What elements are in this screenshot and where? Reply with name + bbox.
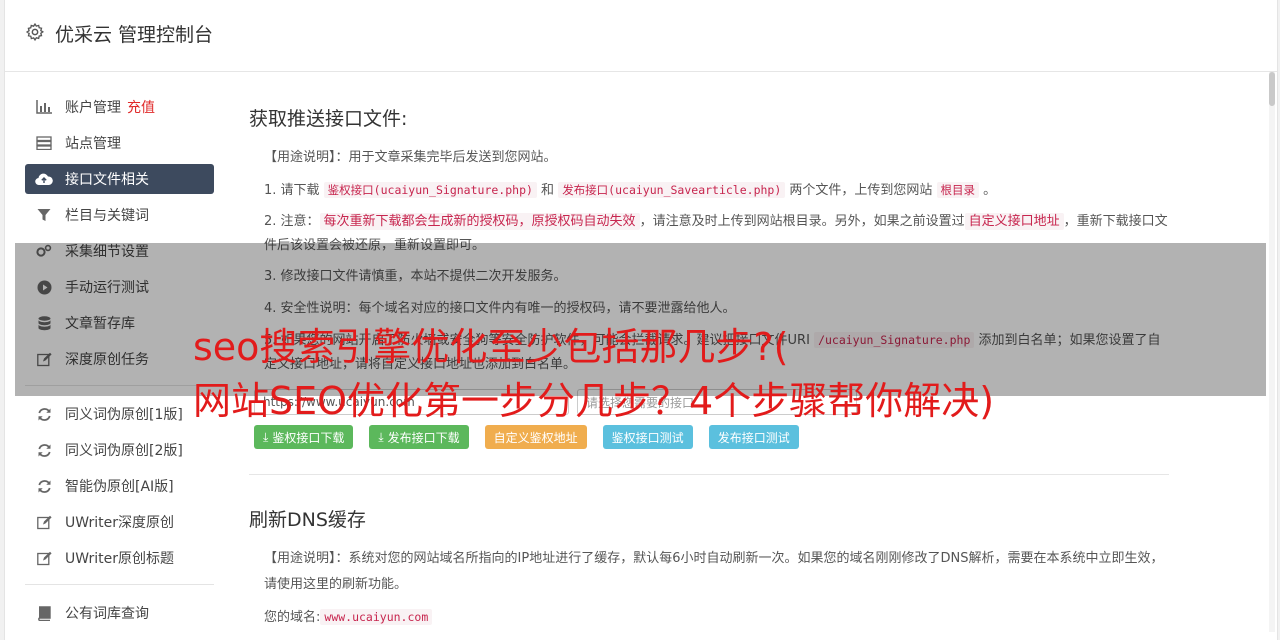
refresh-icon	[35, 405, 53, 423]
refresh-icon	[35, 477, 53, 495]
edit-icon	[35, 513, 53, 531]
section-title: 刷新DNS缓存	[249, 509, 366, 531]
refresh-icon	[35, 441, 53, 459]
sidebar-divider	[25, 584, 214, 585]
sidebar-item-label: 账户管理	[65, 100, 121, 116]
action-buttons: ⤓ 鉴权接口下载 ⤓ 发布接口下载 自定义鉴权地址 鉴权接口测试 发布接口测试	[254, 425, 1169, 449]
sidebar-item-uwriter-deep[interactable]: UWriter深度原创	[25, 507, 214, 537]
signature-file-code: 鉴权接口(ucaiyun_Signature.php)	[323, 182, 537, 198]
bar-chart-icon	[35, 98, 53, 116]
section-divider	[249, 474, 1169, 475]
sidebar-item-label: UWriter原创标题	[65, 551, 174, 567]
header: 优采云 管理控制台	[5, 0, 1277, 72]
signature-test-button[interactable]: 鉴权接口测试	[602, 425, 693, 449]
sidebar-item-account[interactable]: 账户管理 充值	[25, 92, 214, 122]
publish-download-button[interactable]: ⤓ 发布接口下载	[369, 425, 469, 449]
edit-icon	[35, 549, 53, 567]
domain-row: 您的域名: www.ucaiyun.com	[264, 604, 1169, 631]
download-icon: ⤓	[378, 429, 384, 444]
section-title: 获取推送接口文件:	[249, 108, 408, 130]
sidebar-item-label: 公有词库查询	[65, 606, 149, 622]
usage-note: 【用途说明】：用于文章采集完毕后发送到您网站。	[264, 150, 557, 165]
signature-download-button[interactable]: ⤓ 鉴权接口下载	[254, 425, 354, 449]
page-title: 优采云 管理控制台	[55, 24, 214, 46]
sidebar-item-label: UWriter深度原创	[65, 515, 174, 531]
custom-url-highlight: 自定义接口地址	[964, 213, 1064, 230]
sidebar-item-label: 站点管理	[65, 136, 121, 152]
sidebar-item-label: 同义词伪原创[2版]	[65, 443, 183, 459]
sidebar-item-label: 智能伪原创[AI版]	[65, 479, 174, 495]
recharge-link[interactable]: 充值	[127, 97, 155, 117]
step-1: 1. 请下载 鉴权接口(ucaiyun_Signature.php) 和 发布接…	[264, 182, 997, 198]
root-dir-code: 根目录	[936, 182, 980, 198]
sidebar-item-columns-keywords[interactable]: 栏目与关键词	[25, 200, 214, 230]
sidebar-item-smart-ai[interactable]: 智能伪原创[AI版]	[25, 471, 214, 501]
download-icon: ⤓	[263, 429, 269, 444]
gear-icon	[25, 22, 45, 42]
sidebar-item-synonym-v2[interactable]: 同义词伪原创[2版]	[25, 435, 214, 465]
overlay-caption: seo搜索引擎优化至少包括那几步?( 网站SEO优化第一步分几步？4个步骤帮你解…	[193, 320, 994, 428]
cloud-upload-icon	[35, 170, 53, 188]
sidebar-item-label: 栏目与关键词	[65, 208, 149, 224]
savearticle-file-code: 发布接口(ucaiyun_Savearticle.php)	[558, 182, 786, 198]
sidebar-item-interface-files[interactable]: 接口文件相关	[25, 164, 214, 194]
overlay-line-1: seo搜索引擎优化至少包括那几步?(	[193, 325, 789, 369]
sidebar-item-label: 同义词伪原创[1版]	[65, 407, 183, 423]
sidebar-item-uwriter-title[interactable]: UWriter原创标题	[25, 543, 214, 573]
sidebar-item-sites[interactable]: 站点管理	[25, 128, 214, 158]
dns-usage-note: 【用途说明】：系统对您的网站域名所指向的IP地址进行了缓存，默认每6小时自动刷新…	[264, 551, 1164, 592]
warning-highlight: 每次重新下载都会生成新的授权码，原授权码自动失效	[319, 213, 640, 230]
scrollbar-thumb[interactable]	[1269, 72, 1275, 106]
publish-test-button[interactable]: 发布接口测试	[708, 425, 799, 449]
sidebar-item-synonym-v1[interactable]: 同义词伪原创[1版]	[25, 399, 214, 429]
server-icon	[35, 134, 53, 152]
sidebar-item-label: 接口文件相关	[65, 172, 149, 188]
filter-icon	[35, 206, 53, 224]
book-icon	[35, 604, 53, 622]
scrollbar[interactable]	[1269, 72, 1275, 632]
domain-value: www.ucaiyun.com	[320, 609, 433, 625]
overlay-line-2: 网站SEO优化第一步分几步？4个步骤帮你解决)	[193, 379, 995, 423]
sidebar-item-public-lexicon[interactable]: 公有词库查询	[25, 598, 214, 628]
custom-signature-url-button[interactable]: 自定义鉴权地址	[484, 425, 587, 449]
